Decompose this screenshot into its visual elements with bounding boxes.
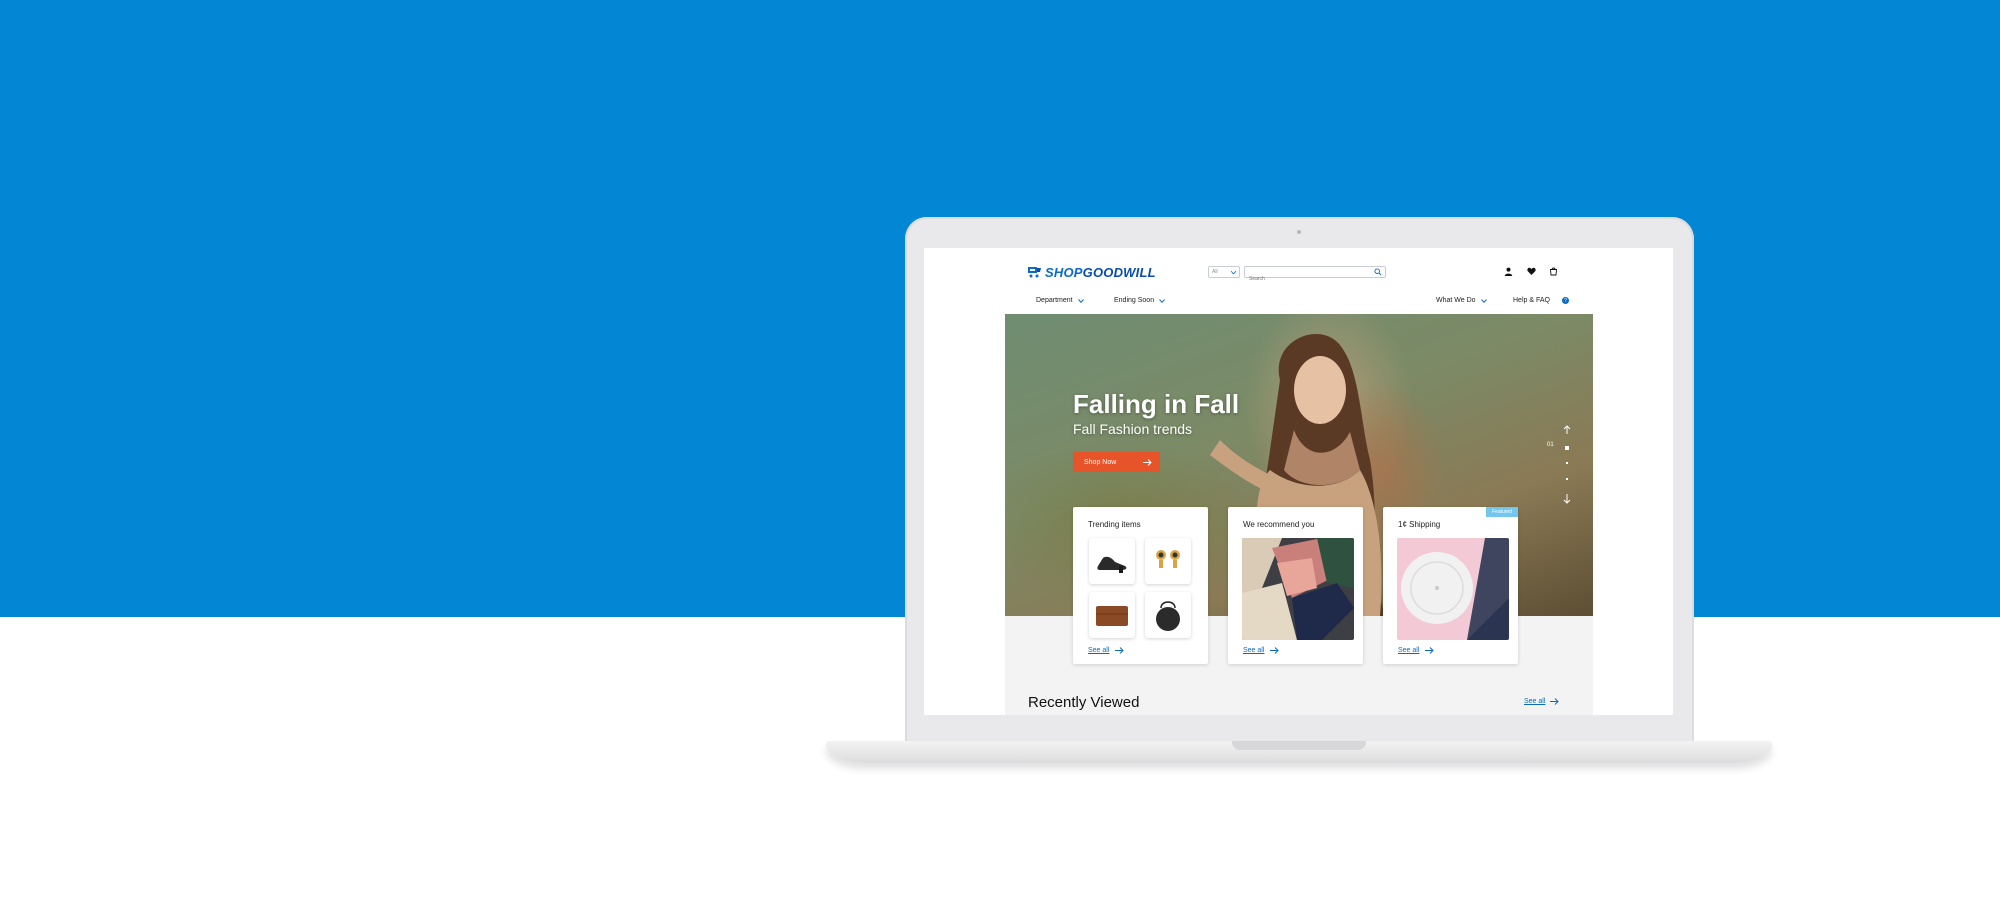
earrings-icon: [1156, 550, 1180, 568]
chevron-down-icon: [1231, 270, 1236, 274]
logo-text-shop: SHOP: [1045, 264, 1083, 280]
arrow-right-icon: [1425, 647, 1435, 654]
slide-dot-active[interactable]: [1565, 446, 1569, 450]
heart-icon[interactable]: [1527, 267, 1536, 276]
see-all-link[interactable]: See all: [1088, 647, 1125, 654]
wallet-icon: [1096, 606, 1128, 626]
search-box[interactable]: [1244, 266, 1386, 284]
category-select-value: All: [1212, 269, 1218, 275]
nav-ending-soon-label: Ending Soon: [1114, 297, 1155, 304]
see-all-link[interactable]: See all: [1398, 647, 1435, 654]
chevron-down-icon: [1480, 298, 1487, 303]
slide-down-arrow-icon[interactable]: [1563, 494, 1571, 504]
sandal-thumbnail[interactable]: [1089, 538, 1135, 584]
slide-number: 01: [1547, 442, 1554, 448]
site-logo[interactable]: SHOPGOODWILL: [1028, 264, 1156, 280]
earrings-thumbnail[interactable]: [1145, 538, 1191, 584]
logo-text-goodwill: GOODWILL: [1082, 264, 1156, 280]
scarves-image: [1242, 538, 1354, 640]
nav-department-label: Department: [1036, 297, 1073, 304]
chevron-down-icon: [1159, 298, 1165, 303]
arrow-right-icon: [1550, 698, 1560, 705]
see-all-link[interactable]: See all: [1243, 647, 1280, 654]
featured-badge: Featured: [1485, 507, 1518, 517]
recently-viewed-see-all-link[interactable]: See all: [1524, 698, 1560, 705]
camera-dot: [1297, 230, 1301, 234]
card-title: 1¢ Shipping: [1398, 520, 1441, 529]
laptop-screen: SHOPGOODWILL All Department: [924, 248, 1673, 715]
sandal-icon: [1097, 556, 1127, 573]
laptop-lid: SHOPGOODWILL All Department: [905, 217, 1694, 745]
nav-department[interactable]: Department: [1036, 297, 1084, 304]
handbag-icon: [1156, 601, 1180, 631]
see-all-label: See all: [1524, 698, 1546, 705]
nav-what-we-do[interactable]: What We Do: [1436, 297, 1487, 304]
slide-controls: [1563, 425, 1571, 504]
wallet-thumbnail[interactable]: [1089, 592, 1135, 638]
category-select[interactable]: All: [1208, 266, 1240, 278]
recently-viewed-title: Recently Viewed: [1028, 694, 1140, 711]
cart-icon[interactable]: [1549, 267, 1558, 276]
see-all-label: See all: [1088, 647, 1110, 654]
hero-subtitle: Fall Fashion trends: [1073, 421, 1193, 437]
wireless-charger-image: [1397, 538, 1509, 640]
arrow-right-icon: [1115, 647, 1125, 654]
shop-now-button[interactable]: Shop Now: [1073, 452, 1160, 472]
shipping-image[interactable]: [1397, 538, 1509, 640]
slide-up-arrow-icon[interactable]: [1563, 425, 1571, 434]
shop-now-label: Shop Now: [1084, 458, 1117, 466]
nav-what-we-do-label: What We Do: [1436, 297, 1476, 304]
nav-help-faq[interactable]: Help & FAQ ?: [1513, 297, 1569, 304]
nav-ending-soon[interactable]: Ending Soon: [1114, 297, 1165, 304]
card-title: Trending items: [1088, 520, 1141, 529]
see-all-label: See all: [1398, 647, 1420, 654]
search-input[interactable]: [1245, 274, 1369, 284]
nav-help-faq-label: Help & FAQ: [1513, 297, 1550, 304]
recommend-card[interactable]: We recommend you See all: [1228, 507, 1363, 664]
laptop-notch: [1232, 741, 1366, 750]
laptop-base: [826, 741, 1772, 763]
shipping-card[interactable]: Featured 1¢ Shipping See all: [1383, 507, 1518, 664]
arrow-right-icon: [1143, 458, 1152, 466]
shopping-cart-logo-icon: [1028, 267, 1041, 278]
see-all-label: See all: [1243, 647, 1265, 654]
account-icon[interactable]: [1504, 267, 1513, 276]
arrow-right-icon: [1270, 647, 1280, 654]
help-icon: ?: [1561, 297, 1569, 304]
slide-dot[interactable]: [1566, 478, 1568, 480]
search-icon[interactable]: [1374, 268, 1382, 276]
card-title: We recommend you: [1243, 520, 1315, 529]
chevron-down-icon: [1077, 298, 1084, 303]
round-bag-thumbnail[interactable]: [1145, 592, 1191, 638]
recommend-image[interactable]: [1242, 538, 1354, 640]
hero-title: Falling in Fall: [1073, 389, 1240, 419]
slide-dot[interactable]: [1566, 462, 1568, 464]
trending-items-card[interactable]: Trending items See all: [1073, 507, 1208, 664]
